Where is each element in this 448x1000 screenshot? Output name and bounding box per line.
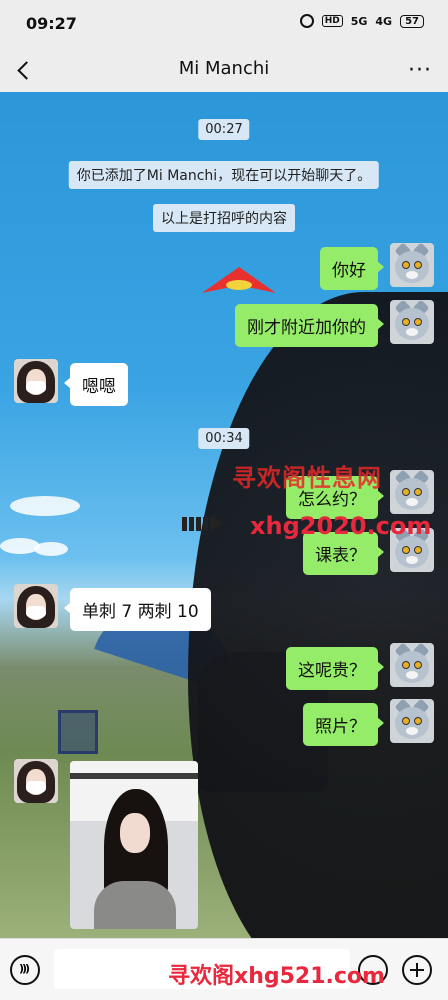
- system-message: 以上是打招呼的内容: [153, 204, 295, 232]
- hd-badge: HD: [321, 15, 343, 27]
- status-icons: HD 5G 4G 57: [299, 14, 424, 28]
- arrow-icon: [182, 515, 244, 534]
- my-avatar[interactable]: [390, 528, 434, 572]
- emoji-icon[interactable]: [358, 955, 388, 985]
- outgoing-message[interactable]: 你好: [320, 247, 384, 290]
- hair-background: [188, 292, 448, 938]
- input-bar: [0, 938, 448, 1000]
- my-avatar[interactable]: [390, 643, 434, 687]
- outgoing-message[interactable]: 怎么约？: [286, 476, 384, 519]
- incoming-message[interactable]: 嗯嗯: [64, 363, 128, 406]
- alarm-icon: [299, 14, 314, 28]
- status-time: 09:27: [26, 14, 77, 33]
- chair-decoration: [58, 710, 98, 754]
- chat-area[interactable]: 00:27 你已添加了Mi Manchi，现在可以开始聊天了。 以上是打招呼的内…: [0, 92, 448, 938]
- chat-title: Mi Manchi: [178, 58, 270, 79]
- timestamp: 00:27: [198, 119, 250, 140]
- status-bar: 09:27 HD 5G 4G 57: [0, 0, 448, 48]
- contact-avatar[interactable]: [14, 584, 58, 628]
- chat-header: Mi Manchi ···: [0, 48, 448, 92]
- more-icon[interactable]: ···: [408, 58, 432, 83]
- message-input[interactable]: [54, 949, 350, 989]
- outgoing-message[interactable]: 刚才附近加你的: [235, 304, 384, 347]
- kite-decoration: [226, 280, 252, 290]
- my-avatar[interactable]: [390, 470, 434, 514]
- contact-avatar[interactable]: [14, 359, 58, 403]
- outgoing-message[interactable]: 照片？: [303, 703, 384, 746]
- timestamp: 00:34: [198, 428, 250, 449]
- battery-icon: 57: [400, 14, 424, 28]
- cloud-decoration: [34, 542, 68, 556]
- incoming-message[interactable]: 单刺 7 两刺 10: [64, 588, 211, 631]
- voice-icon[interactable]: [10, 955, 40, 985]
- my-avatar[interactable]: [390, 300, 434, 344]
- my-avatar[interactable]: [390, 243, 434, 287]
- incoming-image-message[interactable]: [70, 761, 198, 929]
- my-avatar[interactable]: [390, 699, 434, 743]
- outgoing-message[interactable]: 课表？: [303, 532, 384, 575]
- cloud-decoration: [10, 496, 80, 516]
- signal-5g-icon: 5G: [350, 14, 368, 28]
- outgoing-message[interactable]: 这呢贵？: [286, 647, 384, 690]
- contact-avatar[interactable]: [14, 759, 58, 803]
- signal-4g-icon: 4G: [375, 14, 393, 28]
- plus-icon[interactable]: [402, 955, 432, 985]
- system-message: 你已添加了Mi Manchi，现在可以开始聊天了。: [68, 161, 380, 189]
